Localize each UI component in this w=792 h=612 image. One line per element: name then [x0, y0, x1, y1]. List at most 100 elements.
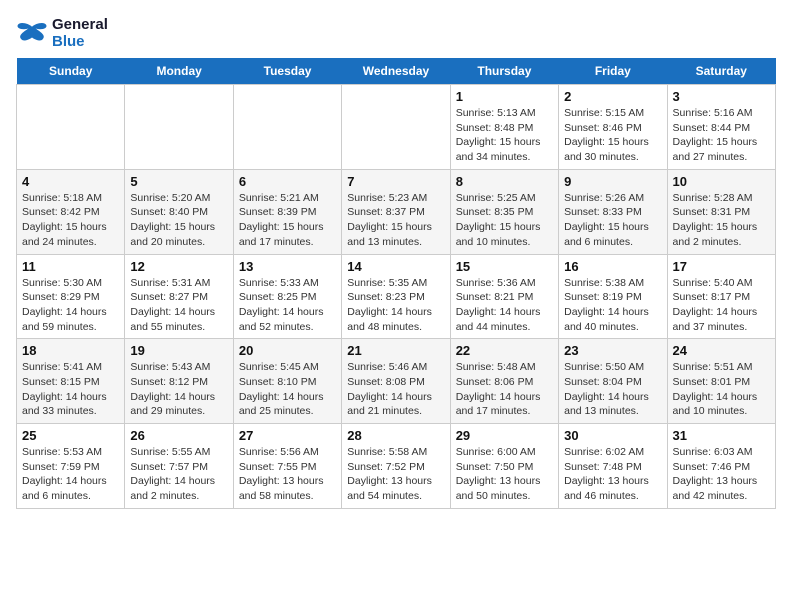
calendar-cell: [17, 85, 125, 170]
cell-date-number: 4: [22, 174, 119, 189]
calendar-cell: 26Sunrise: 5:55 AMSunset: 7:57 PMDayligh…: [125, 424, 233, 509]
cell-date-number: 23: [564, 343, 661, 358]
calendar-cell: 31 Sunrise: 6:03 AMSunset: 7:46 PMDayligh…: [667, 424, 775, 509]
day-header-sunday: Sunday: [17, 58, 125, 85]
day-header-friday: Friday: [559, 58, 667, 85]
cell-date-number: 24: [673, 343, 770, 358]
calendar-table: SundayMondayTuesdayWednesdayThursdayFrid…: [16, 58, 776, 509]
cell-daylight-info: Sunrise: 5:26 AMSunset: 8:33 PMDaylight:…: [564, 191, 661, 250]
cell-date-number: 20: [239, 343, 336, 358]
cell-daylight-info: Sunrise: 5:33 AMSunset: 8:25 PMDaylight:…: [239, 276, 336, 335]
cell-date-number: 8: [456, 174, 553, 189]
calendar-cell: 7 Sunrise: 5:23 AMSunset: 8:37 PMDaylight…: [342, 169, 450, 254]
cell-date-number: 6: [239, 174, 336, 189]
cell-daylight-info: Sunrise: 5:41 AMSunset: 8:15 PMDaylight:…: [22, 360, 119, 419]
cell-daylight-info: Sunrise: 5:21 AMSunset: 8:39 PMDaylight:…: [239, 191, 336, 250]
calendar-week-3: 11 Sunrise: 5:30 AMSunset: 8:29 PMDayligh…: [17, 254, 776, 339]
cell-date-number: 29: [456, 428, 553, 443]
calendar-cell: 27 Sunrise: 5:56 AMSunset: 7:55 PMDayligh…: [233, 424, 341, 509]
day-header-thursday: Thursday: [450, 58, 558, 85]
logo: General Blue: [16, 16, 108, 50]
cell-date-number: 13: [239, 259, 336, 274]
calendar-cell: 23Sunrise: 5:50 AMSunset: 8:04 PMDayligh…: [559, 339, 667, 424]
calendar-cell: 19Sunrise: 5:43 AMSunset: 8:12 PMDayligh…: [125, 339, 233, 424]
cell-date-number: 11: [22, 259, 119, 274]
cell-daylight-info: Sunrise: 5:15 AMSunset: 8:46 PMDaylight:…: [564, 106, 661, 165]
cell-daylight-info: Sunrise: 5:53 AMSunset: 7:59 PMDaylight:…: [22, 445, 119, 504]
cell-daylight-info: Sunrise: 5:38 AMSunset: 8:19 PMDaylight:…: [564, 276, 661, 335]
cell-date-number: 30: [564, 428, 661, 443]
calendar-cell: 15 Sunrise: 5:36 AMSunset: 8:21 PMDayligh…: [450, 254, 558, 339]
cell-date-number: 3: [673, 89, 770, 104]
calendar-cell: 29 Sunrise: 6:00 AMSunset: 7:50 PMDayligh…: [450, 424, 558, 509]
cell-daylight-info: Sunrise: 5:48 AMSunset: 8:06 PMDaylight:…: [456, 360, 553, 419]
cell-date-number: 16: [564, 259, 661, 274]
calendar-cell: 6 Sunrise: 5:21 AMSunset: 8:39 PMDaylight…: [233, 169, 341, 254]
calendar-cell: 14Sunrise: 5:35 AMSunset: 8:23 PMDayligh…: [342, 254, 450, 339]
cell-date-number: 31: [673, 428, 770, 443]
cell-daylight-info: Sunrise: 5:58 AMSunset: 7:52 PMDaylight:…: [347, 445, 444, 504]
cell-daylight-info: Sunrise: 5:45 AMSunset: 8:10 PMDaylight:…: [239, 360, 336, 419]
logo-text: General Blue: [52, 16, 108, 50]
calendar-cell: 20 Sunrise: 5:45 AMSunset: 8:10 PMDayligh…: [233, 339, 341, 424]
calendar-cell: [342, 85, 450, 170]
calendar-cell: 17 Sunrise: 5:40 AMSunset: 8:17 PMDayligh…: [667, 254, 775, 339]
cell-date-number: 22: [456, 343, 553, 358]
cell-date-number: 17: [673, 259, 770, 274]
cell-daylight-info: Sunrise: 5:46 AMSunset: 8:08 PMDaylight:…: [347, 360, 444, 419]
calendar-cell: 28 Sunrise: 5:58 AMSunset: 7:52 PMDayligh…: [342, 424, 450, 509]
calendar-cell: 11 Sunrise: 5:30 AMSunset: 8:29 PMDayligh…: [17, 254, 125, 339]
cell-date-number: 5: [130, 174, 227, 189]
calendar-cell: 1 Sunrise: 5:13 AMSunset: 8:48 PMDaylight…: [450, 85, 558, 170]
cell-date-number: 10: [673, 174, 770, 189]
cell-date-number: 21: [347, 343, 444, 358]
cell-date-number: 9: [564, 174, 661, 189]
cell-date-number: 1: [456, 89, 553, 104]
day-header-monday: Monday: [125, 58, 233, 85]
cell-daylight-info: Sunrise: 5:35 AMSunset: 8:23 PMDaylight:…: [347, 276, 444, 335]
cell-daylight-info: Sunrise: 5:56 AMSunset: 7:55 PMDaylight:…: [239, 445, 336, 504]
cell-daylight-info: Sunrise: 6:00 AMSunset: 7:50 PMDaylight:…: [456, 445, 553, 504]
cell-date-number: 27: [239, 428, 336, 443]
calendar-cell: 2Sunrise: 5:15 AMSunset: 8:46 PMDaylight…: [559, 85, 667, 170]
calendar-week-2: 4 Sunrise: 5:18 AMSunset: 8:42 PMDaylight…: [17, 169, 776, 254]
cell-date-number: 12: [130, 259, 227, 274]
cell-daylight-info: Sunrise: 5:40 AMSunset: 8:17 PMDaylight:…: [673, 276, 770, 335]
calendar-cell: 30Sunrise: 6:02 AMSunset: 7:48 PMDayligh…: [559, 424, 667, 509]
cell-daylight-info: Sunrise: 5:28 AMSunset: 8:31 PMDaylight:…: [673, 191, 770, 250]
calendar-cell: 4 Sunrise: 5:18 AMSunset: 8:42 PMDaylight…: [17, 169, 125, 254]
calendar-cell: 5 Sunrise: 5:20 AMSunset: 8:40 PMDaylight…: [125, 169, 233, 254]
calendar-cell: 22 Sunrise: 5:48 AMSunset: 8:06 PMDayligh…: [450, 339, 558, 424]
cell-daylight-info: Sunrise: 5:18 AMSunset: 8:42 PMDaylight:…: [22, 191, 119, 250]
cell-daylight-info: Sunrise: 5:30 AMSunset: 8:29 PMDaylight:…: [22, 276, 119, 335]
calendar-cell: 25 Sunrise: 5:53 AMSunset: 7:59 PMDayligh…: [17, 424, 125, 509]
cell-daylight-info: Sunrise: 5:20 AMSunset: 8:40 PMDaylight:…: [130, 191, 227, 250]
calendar-cell: 13 Sunrise: 5:33 AMSunset: 8:25 PMDayligh…: [233, 254, 341, 339]
cell-daylight-info: Sunrise: 5:51 AMSunset: 8:01 PMDaylight:…: [673, 360, 770, 419]
cell-daylight-info: Sunrise: 6:03 AMSunset: 7:46 PMDaylight:…: [673, 445, 770, 504]
cell-date-number: 7: [347, 174, 444, 189]
cell-daylight-info: Sunrise: 5:23 AMSunset: 8:37 PMDaylight:…: [347, 191, 444, 250]
calendar-cell: 24 Sunrise: 5:51 AMSunset: 8:01 PMDayligh…: [667, 339, 775, 424]
day-header-tuesday: Tuesday: [233, 58, 341, 85]
cell-date-number: 18: [22, 343, 119, 358]
calendar-cell: 16 Sunrise: 5:38 AMSunset: 8:19 PMDayligh…: [559, 254, 667, 339]
calendar-cell: 8 Sunrise: 5:25 AMSunset: 8:35 PMDaylight…: [450, 169, 558, 254]
cell-date-number: 15: [456, 259, 553, 274]
cell-daylight-info: Sunrise: 5:31 AMSunset: 8:27 PMDaylight:…: [130, 276, 227, 335]
cell-date-number: 25: [22, 428, 119, 443]
cell-daylight-info: Sunrise: 5:16 AMSunset: 8:44 PMDaylight:…: [673, 106, 770, 165]
calendar-week-5: 25 Sunrise: 5:53 AMSunset: 7:59 PMDayligh…: [17, 424, 776, 509]
day-header-saturday: Saturday: [667, 58, 775, 85]
cell-daylight-info: Sunrise: 5:25 AMSunset: 8:35 PMDaylight:…: [456, 191, 553, 250]
calendar-cell: 18 Sunrise: 5:41 AMSunset: 8:15 PMDayligh…: [17, 339, 125, 424]
calendar-cell: 10 Sunrise: 5:28 AMSunset: 8:31 PMDayligh…: [667, 169, 775, 254]
calendar-week-1: 1 Sunrise: 5:13 AMSunset: 8:48 PMDaylight…: [17, 85, 776, 170]
cell-daylight-info: Sunrise: 5:55 AMSunset: 7:57 PMDaylight:…: [130, 445, 227, 504]
calendar-cell: 21 Sunrise: 5:46 AMSunset: 8:08 PMDayligh…: [342, 339, 450, 424]
cell-daylight-info: Sunrise: 5:36 AMSunset: 8:21 PMDaylight:…: [456, 276, 553, 335]
calendar-cell: 9 Sunrise: 5:26 AMSunset: 8:33 PMDaylight…: [559, 169, 667, 254]
cell-date-number: 28: [347, 428, 444, 443]
calendar-cell: [125, 85, 233, 170]
cell-daylight-info: Sunrise: 5:13 AMSunset: 8:48 PMDaylight:…: [456, 106, 553, 165]
